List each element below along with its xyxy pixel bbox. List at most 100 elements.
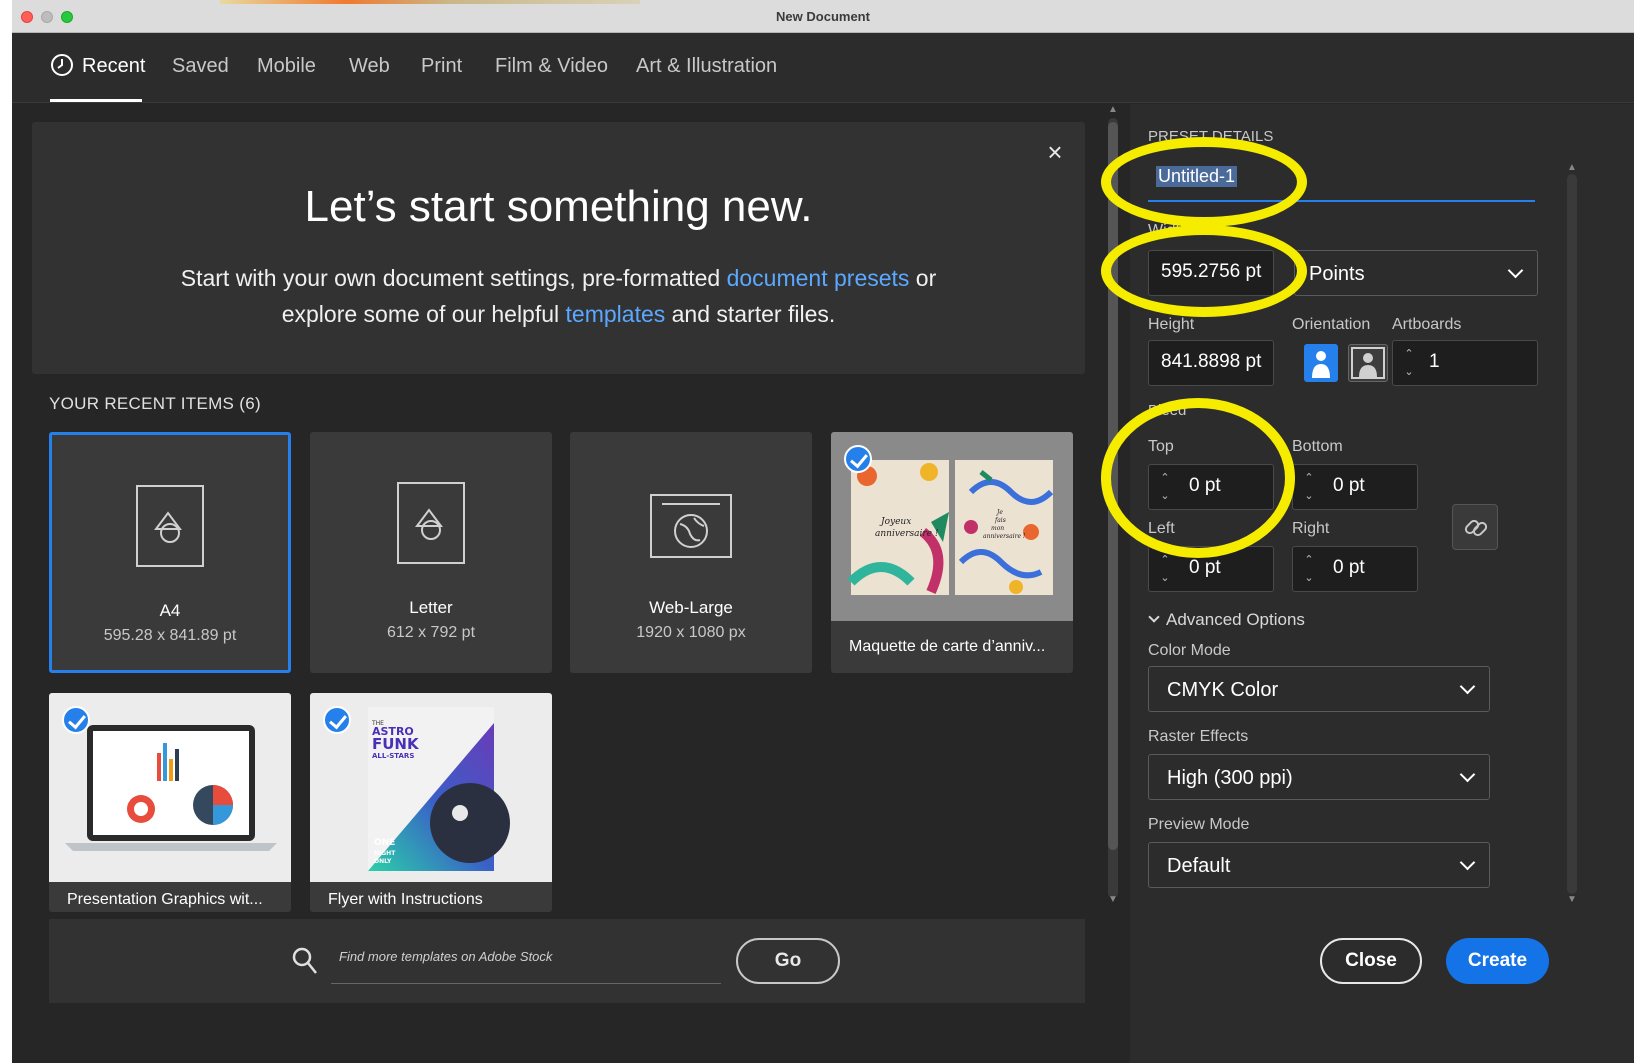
recent-item-presentation[interactable]: Presentation Graphics wit... <box>49 693 291 912</box>
link-bleed-button[interactable] <box>1452 504 1498 550</box>
preview-mode-label: Preview Mode <box>1148 816 1250 833</box>
item-size: 612 x 792 pt <box>386 624 476 641</box>
preview-mode-value: Default <box>1167 855 1231 877</box>
advanced-options-toggle[interactable]: Advanced Options <box>1148 610 1305 630</box>
tab-recent[interactable]: Recent <box>82 55 145 78</box>
left-bleed-field[interactable]: ⌃ ⌄ 0 pt <box>1148 546 1274 592</box>
title-bar: New Document <box>12 0 1634 33</box>
scroll-thumb[interactable] <box>1108 122 1118 850</box>
search-icon <box>292 947 317 974</box>
portrait-orientation-button[interactable] <box>1304 344 1338 382</box>
create-button[interactable]: Create <box>1446 938 1549 984</box>
recent-item-a4[interactable]: A4 595.28 x 841.89 pt <box>49 432 291 673</box>
window-title: New Document <box>776 9 870 24</box>
birthday-text-left: Joyeux <box>879 517 911 527</box>
scroll-track[interactable] <box>1567 174 1577 894</box>
color-mode-value: CMYK Color <box>1167 679 1279 701</box>
recent-item-web-large[interactable]: Web-Large 1920 x 1080 px <box>570 432 812 673</box>
recent-item-flyer[interactable]: THE ASTRO FUNK ALL-STARS ONE NIGHT ONLY … <box>310 693 552 912</box>
top-bleed-stepper[interactable]: ⌃ ⌄ <box>1155 469 1175 507</box>
chevron-down-icon <box>1459 678 1476 695</box>
raster-effects-value: High (300 ppi) <box>1167 767 1293 789</box>
tab-film-video[interactable]: Film & Video <box>495 55 608 78</box>
banner-text: Start with your own document settings, p… <box>180 265 727 291</box>
height-value: 841.8898 pt <box>1161 351 1262 372</box>
landscape-orientation-button[interactable] <box>1348 344 1388 382</box>
portrait-icon <box>1312 351 1330 378</box>
left-bleed-stepper[interactable]: ⌃ ⌄ <box>1155 551 1175 589</box>
details-scrollbar[interactable]: ▲ ▼ <box>1564 162 1580 907</box>
document-presets-link[interactable]: document presets <box>727 265 910 291</box>
search-input[interactable]: Find more templates on Adobe Stock <box>339 949 552 964</box>
tab-web[interactable]: Web <box>349 55 390 78</box>
banner-text: and starter files. <box>665 301 836 327</box>
artboards-value: 1 <box>1429 351 1440 372</box>
background-strip <box>220 0 640 4</box>
item-name: Presentation Graphics wit... <box>67 891 263 908</box>
top-bleed-field[interactable]: ⌃ ⌄ 0 pt <box>1148 464 1274 510</box>
chevron-down-icon <box>1459 766 1476 783</box>
close-icon[interactable]: × <box>1043 139 1067 165</box>
artboards-field[interactable]: ⌃ ⌄ 1 <box>1392 340 1538 386</box>
artboards-stepper[interactable]: ⌃ ⌄ <box>1399 345 1419 383</box>
item-name: Flyer with Instructions <box>328 891 483 908</box>
tab-print[interactable]: Print <box>421 55 462 78</box>
units-dropdown[interactable]: Points <box>1294 250 1538 296</box>
tab-art-illustration[interactable]: Art & Illustration <box>636 55 777 78</box>
recent-item-letter[interactable]: Letter 612 x 792 pt <box>310 432 552 673</box>
preset-details-heading: PRESET DETAILS <box>1148 128 1274 145</box>
width-value: 595.2756 pt <box>1161 261 1262 282</box>
item-size: 595.28 x 841.89 pt <box>103 627 237 644</box>
landscape-icon <box>1351 347 1385 379</box>
recent-items-heading: YOUR RECENT ITEMS (6) <box>49 394 261 414</box>
svg-text:ONLY: ONLY <box>374 858 392 865</box>
stock-search-bar: Find more templates on Adobe Stock Go <box>49 919 1085 1003</box>
svg-text:FUNK: FUNK <box>372 735 420 753</box>
scroll-down-icon[interactable]: ▼ <box>1567 894 1577 905</box>
right-bleed-field[interactable]: ⌃ ⌄ 0 pt <box>1292 546 1418 592</box>
raster-effects-label: Raster Effects <box>1148 728 1249 745</box>
tab-mobile[interactable]: Mobile <box>257 55 316 78</box>
banner-subtitle: Start with your own document settings, p… <box>32 260 1085 332</box>
bottom-bleed-field[interactable]: ⌃ ⌄ 0 pt <box>1292 464 1418 510</box>
bottom-bleed-value: 0 pt <box>1333 475 1365 496</box>
left-bleed-label: Left <box>1148 520 1175 537</box>
svg-text:ALL-STARS: ALL-STARS <box>372 752 414 760</box>
document-name-field[interactable]: Untitled-1 <box>1148 156 1535 202</box>
active-tab-indicator <box>50 99 142 102</box>
svg-text:NIGHT: NIGHT <box>374 850 396 857</box>
color-mode-dropdown[interactable]: CMYK Color <box>1148 666 1490 712</box>
artboards-label: Artboards <box>1392 316 1462 333</box>
tab-saved[interactable]: Saved <box>172 55 229 78</box>
banner-title: Let’s start something new. <box>304 182 813 231</box>
preset-details-panel: PRESET DETAILS Untitled-1 Width 595.2756… <box>1130 104 1634 1063</box>
right-bleed-stepper[interactable]: ⌃ ⌄ <box>1299 551 1319 589</box>
bottom-bleed-label: Bottom <box>1292 438 1343 455</box>
item-size: 1920 x 1080 px <box>636 624 746 641</box>
bottom-bleed-stepper[interactable]: ⌃ ⌄ <box>1299 469 1319 507</box>
document-icon <box>397 482 465 564</box>
item-name: Maquette de carte d’anniv... <box>849 638 1046 655</box>
templates-link[interactable]: templates <box>566 301 666 327</box>
advanced-options-label: Advanced Options <box>1166 610 1305 629</box>
width-field[interactable]: 595.2756 pt <box>1148 250 1274 296</box>
recent-item-birthday-card[interactable]: Joyeux anniversaire ! Je fais mon annive… <box>831 432 1073 673</box>
recent-scrollbar[interactable]: ▲ ▼ <box>1104 104 1122 912</box>
go-button[interactable]: Go <box>736 938 840 984</box>
checkmark-icon <box>323 706 351 734</box>
scroll-down-icon[interactable]: ▼ <box>1108 894 1118 905</box>
preview-mode-dropdown[interactable]: Default <box>1148 842 1490 888</box>
top-bleed-value: 0 pt <box>1189 475 1221 496</box>
scroll-up-icon[interactable]: ▲ <box>1108 104 1118 115</box>
svg-text:ONE: ONE <box>374 838 395 848</box>
chevron-down-icon <box>1507 262 1524 279</box>
search-underline <box>331 983 721 984</box>
scroll-up-icon[interactable]: ▲ <box>1567 162 1577 173</box>
checkmark-icon <box>844 445 872 473</box>
units-value: Points <box>1309 263 1365 285</box>
height-field[interactable]: 841.8898 pt <box>1148 340 1274 386</box>
left-bleed-value: 0 pt <box>1189 557 1221 578</box>
raster-effects-dropdown[interactable]: High (300 ppi) <box>1148 754 1490 800</box>
right-bleed-value: 0 pt <box>1333 557 1365 578</box>
close-button[interactable]: Close <box>1320 938 1422 984</box>
